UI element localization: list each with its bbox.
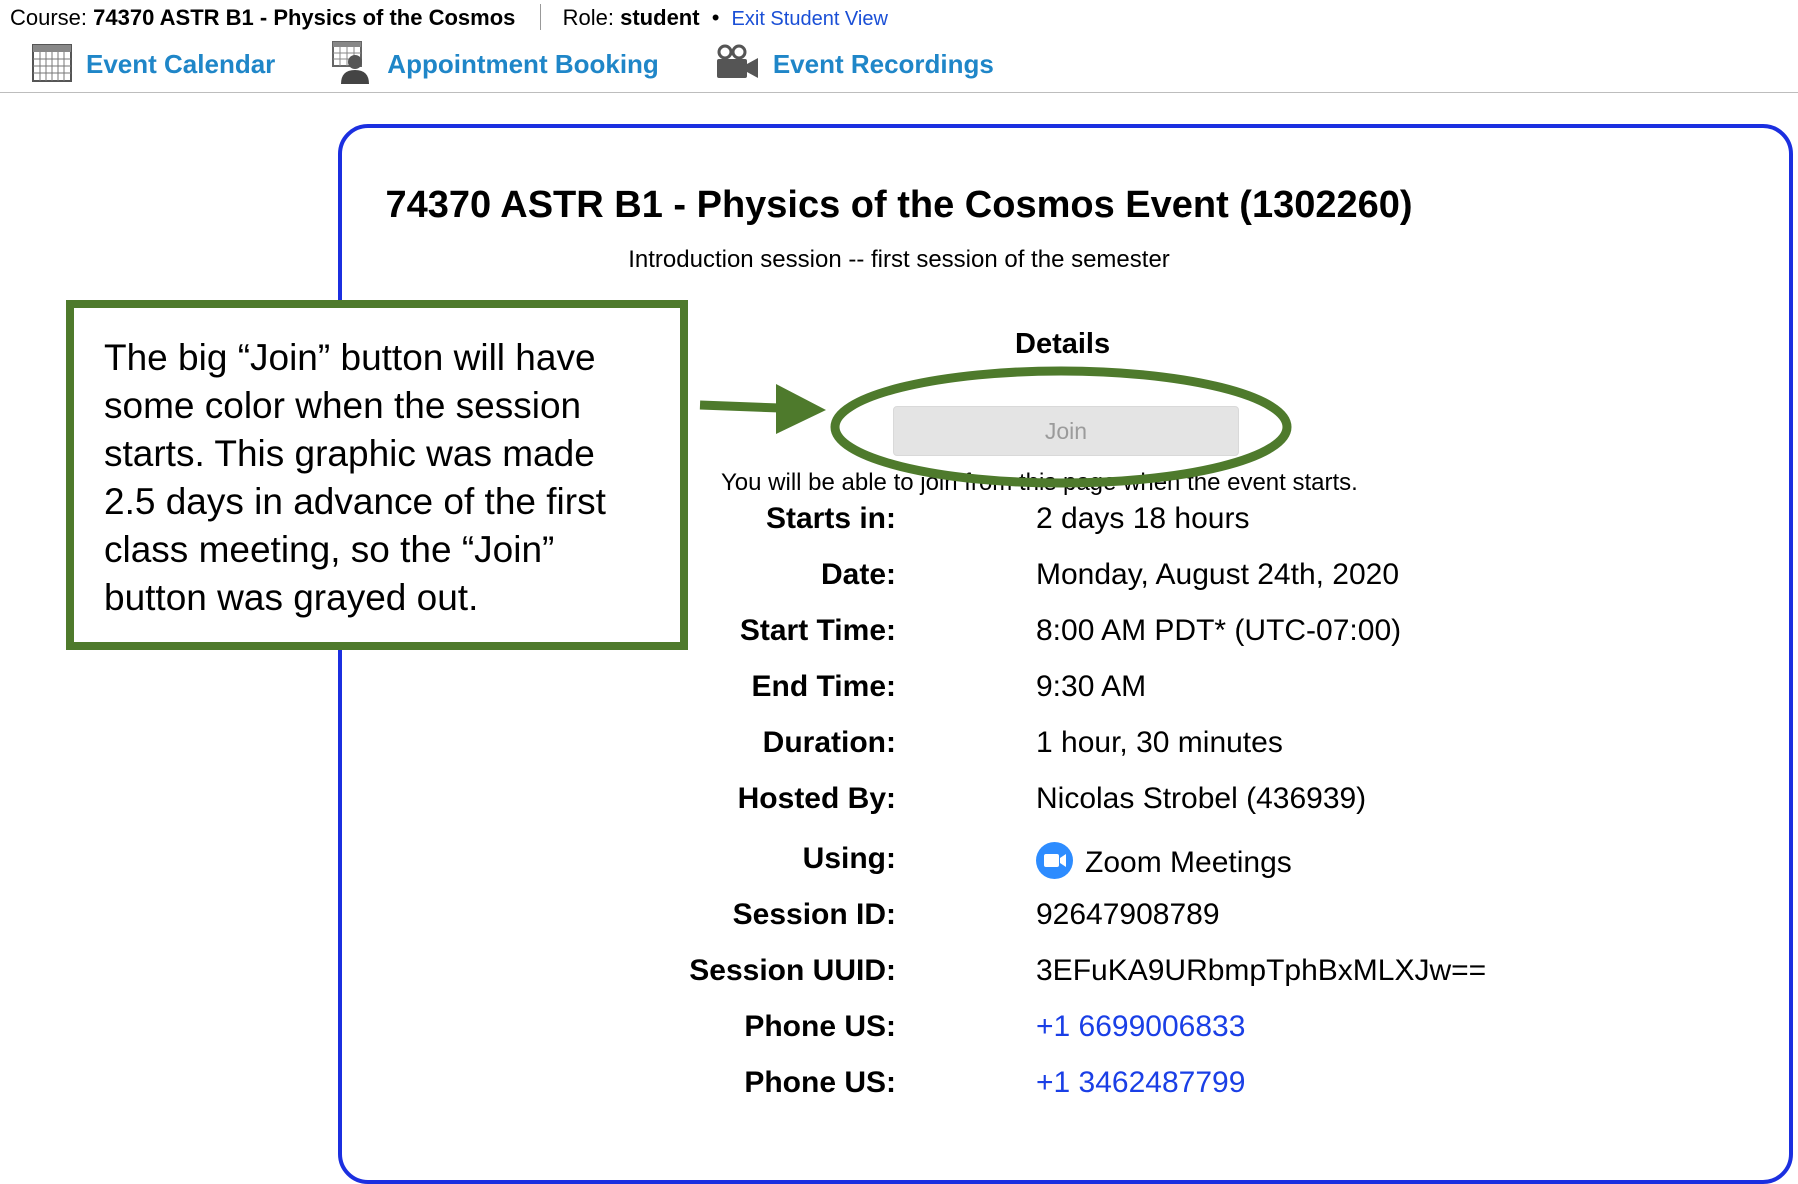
phone-link[interactable]: +1 6699006833 xyxy=(1036,1010,1245,1043)
detail-key: Start Time: xyxy=(739,614,896,647)
detail-value-using: Zoom Meetings xyxy=(1036,842,1292,880)
course-bar: Course: 74370 ASTR B1 - Physics of the C… xyxy=(10,4,888,31)
join-button[interactable]: Join xyxy=(893,406,1239,456)
nav-event-recordings[interactable]: Event Recordings xyxy=(715,44,994,85)
phone-link[interactable]: +1 3462487799 xyxy=(1036,1066,1245,1099)
detail-key: Starts in: xyxy=(765,502,896,535)
detail-value: 2 days 18 hours xyxy=(1036,502,1250,535)
exit-student-view-link[interactable]: Exit Student View xyxy=(732,8,888,30)
event-title: 74370 ASTR B1 - Physics of the Cosmos Ev… xyxy=(385,184,1413,226)
details-heading: Details xyxy=(1015,328,1111,360)
calendar-icon xyxy=(32,42,72,87)
using-text: Zoom Meetings xyxy=(1085,846,1292,879)
nav-label: Event Recordings xyxy=(772,48,994,79)
detail-key: Session ID: xyxy=(732,898,896,931)
detail-value: Nicolas Strobel (436939) xyxy=(1036,782,1367,815)
detail-key: Duration: xyxy=(762,726,896,759)
event-subtitle: Introduction session -- first session of… xyxy=(628,246,1170,273)
zoom-icon xyxy=(1036,842,1073,879)
event-nav: Event Calendar Appointment Booking Event… xyxy=(32,40,1050,88)
detail-value: 3EFuKA9URbmpTphBxMLXJw== xyxy=(1036,954,1487,987)
detail-value: 9:30 AM xyxy=(1036,670,1147,703)
nav-event-calendar[interactable]: Event Calendar xyxy=(32,42,275,87)
nav-divider xyxy=(0,92,1798,93)
nav-appointment-booking[interactable]: Appointment Booking xyxy=(331,40,659,89)
course-name: 74370 ASTR B1 - Physics of the Cosmos xyxy=(93,5,516,30)
detail-key: Using: xyxy=(802,842,896,875)
detail-key: Date: xyxy=(820,558,896,591)
detail-value: Monday, August 24th, 2020 xyxy=(1036,558,1400,591)
callout-text: The big “Join” button will have some col… xyxy=(104,337,606,618)
nav-label: Appointment Booking xyxy=(387,48,659,79)
detail-key: Phone US: xyxy=(744,1066,896,1099)
detail-value: 1 hour, 30 minutes xyxy=(1036,726,1283,759)
bullet-separator: • xyxy=(711,5,720,30)
person-calendar-icon xyxy=(331,40,373,89)
annotation-callout: The big “Join” button will have some col… xyxy=(66,300,688,650)
detail-value: 92647908789 xyxy=(1036,898,1220,931)
detail-key: Phone US: xyxy=(744,1010,896,1043)
detail-value: 8:00 AM PDT* (UTC-07:00) xyxy=(1036,614,1402,647)
join-note: You will be able to join from this page … xyxy=(721,469,1358,496)
nav-label: Event Calendar xyxy=(86,48,276,79)
role-label: Role: xyxy=(562,5,614,30)
detail-key: Hosted By: xyxy=(737,782,896,815)
divider xyxy=(539,4,541,30)
role-value: student xyxy=(620,5,700,30)
detail-key: Session UUID: xyxy=(689,954,896,987)
detail-key: End Time: xyxy=(751,670,896,703)
video-camera-icon xyxy=(715,44,759,85)
course-label: Course: xyxy=(10,5,88,30)
